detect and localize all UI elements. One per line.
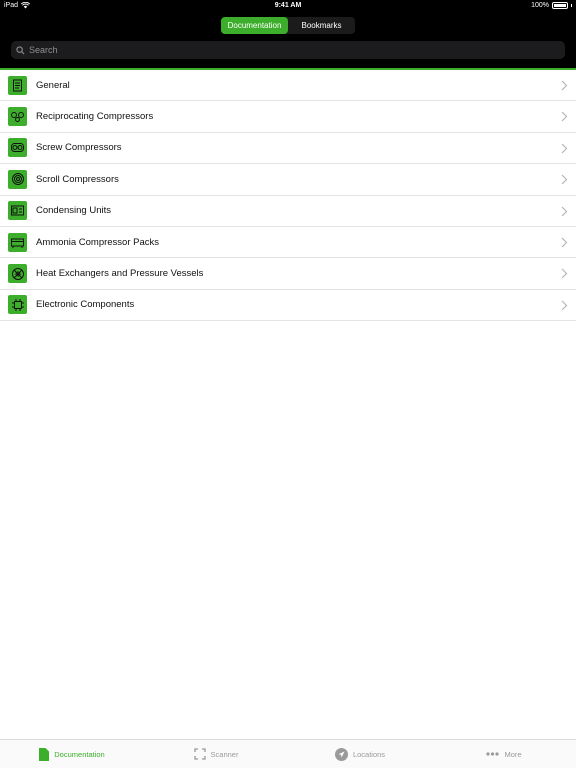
- list-item-electronic-components[interactable]: Electronic Components: [0, 290, 576, 322]
- list-item-screw-compressors[interactable]: Screw Compressors: [0, 133, 576, 165]
- list-item-scroll-compressors[interactable]: Scroll Compressors: [0, 164, 576, 196]
- tab-locations[interactable]: Locations: [288, 740, 432, 768]
- electronic-component-icon: [8, 295, 27, 315]
- search-bar[interactable]: [11, 41, 565, 59]
- location-arrow-icon: [334, 747, 348, 761]
- heat-exchanger-icon: [8, 264, 27, 284]
- chevron-right-icon: [561, 237, 568, 248]
- list-item-heat-exchangers[interactable]: Heat Exchangers and Pressure Vessels: [0, 258, 576, 290]
- list-item-general[interactable]: General: [0, 70, 576, 102]
- list-item-label: General: [36, 79, 70, 91]
- chevron-right-icon: [561, 143, 568, 154]
- tab-more[interactable]: More: [432, 740, 576, 768]
- list-item-label: Screw Compressors: [36, 142, 122, 154]
- screw-compressor-icon: [8, 138, 27, 158]
- tab-label: Scanner: [210, 749, 239, 759]
- tab-scanner[interactable]: Scanner: [144, 740, 288, 768]
- status-bar: iPad 9:41 AM 100%: [0, 0, 576, 13]
- list-item-ammonia-compressor-packs[interactable]: Ammonia Compressor Packs: [0, 227, 576, 259]
- reciprocating-compressor-icon: [8, 107, 27, 127]
- scroll-compressor-icon: [8, 169, 27, 189]
- tab-label: Locations: [352, 749, 386, 759]
- list-item-label: Ammonia Compressor Packs: [36, 236, 160, 248]
- chevron-right-icon: [561, 111, 568, 122]
- list-item-label: Electronic Components: [36, 299, 135, 311]
- list-item-label: Heat Exchangers and Pressure Vessels: [36, 268, 204, 280]
- category-list: General Reciprocating Compressors Screw …: [0, 70, 576, 322]
- search-input[interactable]: [29, 45, 529, 55]
- condensing-unit-icon: [8, 201, 27, 221]
- chevron-right-icon: [561, 268, 568, 279]
- tab-documentation[interactable]: Documentation: [0, 740, 144, 768]
- compressor-pack-icon: [8, 232, 27, 252]
- tab-label: Documentation: [54, 749, 105, 759]
- search-icon: [16, 45, 25, 54]
- chevron-right-icon: [561, 206, 568, 216]
- segment-documentation[interactable]: Documentation: [221, 17, 288, 34]
- battery-icon: [552, 2, 568, 9]
- list-item-condensing-units[interactable]: Condensing Units: [0, 196, 576, 227]
- battery-percent: 100%: [531, 2, 549, 9]
- document-icon: [8, 75, 27, 95]
- segmented-control: Documentation Bookmarks: [221, 17, 355, 34]
- list-item-label: Reciprocating Compressors: [36, 111, 154, 123]
- header: iPad 9:41 AM 100% Documentation Bookmark…: [0, 0, 576, 70]
- chevron-right-icon: [561, 174, 568, 185]
- chevron-right-icon: [561, 300, 568, 311]
- document-tab-icon: [39, 747, 50, 761]
- list-item-reciprocating-compressors[interactable]: Reciprocating Compressors: [0, 101, 576, 133]
- status-time: 9:41 AM: [274, 2, 302, 9]
- tab-label: More: [504, 749, 522, 759]
- tab-bar: Documentation Scanner Locations More: [0, 739, 576, 768]
- scanner-icon: [193, 748, 206, 760]
- more-dots-icon: [486, 752, 500, 756]
- chevron-right-icon: [561, 80, 568, 91]
- segment-bookmarks[interactable]: Bookmarks: [288, 17, 355, 34]
- list-item-label: Scroll Compressors: [36, 173, 119, 185]
- list-item-label: Condensing Units: [36, 205, 111, 217]
